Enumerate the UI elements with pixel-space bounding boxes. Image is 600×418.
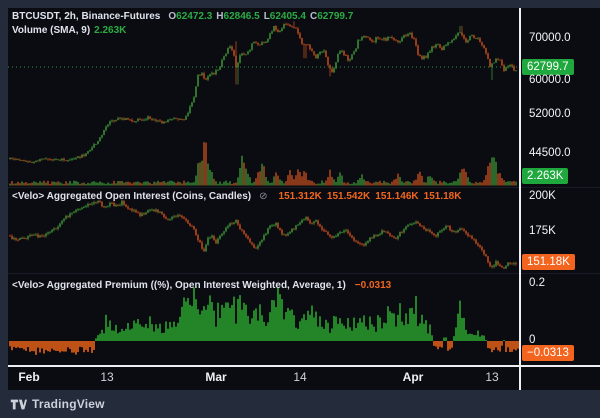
price-axis[interactable]: 70000.0 62799.760000.0 52000.0 44500.0 2.263…	[521, 8, 600, 365]
time-axis-label: Apr	[403, 370, 424, 384]
premium-study-label[interactable]: <Velo> Aggregated Premium ((%), Open Int…	[12, 279, 346, 293]
ohlc-letter: H	[216, 11, 223, 22]
time-axis[interactable]: Feb 13 Mar 14 Apr 13	[8, 367, 600, 390]
ohlc-values: O62472.3H62846.5L62405.4C62799.7	[164, 10, 353, 24]
footer: TradingView	[10, 394, 105, 414]
time-axis-label: 13	[485, 370, 498, 384]
time-axis-label: 13	[100, 370, 113, 384]
oi-value: 151.18K	[424, 191, 462, 202]
price-axis-badge: 151.18K	[522, 254, 575, 270]
ohlc-value: 62472.3	[176, 11, 212, 22]
volume-study-label[interactable]: Volume (SMA, 9)	[12, 24, 90, 38]
oi-values: 151.312K 151.542K 151.146K 151.18K	[274, 190, 462, 204]
tradingview-chart-page: BTCUSDT, 2h, Binance-Futures O62472.3H62…	[0, 0, 600, 418]
symbol-title[interactable]: BTCUSDT, 2h, Binance-Futures	[12, 10, 160, 24]
ohlc-value: 62846.5	[224, 11, 260, 22]
price-axis-badge: −0.0313	[522, 345, 574, 361]
volume-value: 2.263K	[94, 24, 126, 38]
price-axis-badge: 62799.7	[522, 59, 574, 75]
ohlc-letter: O	[168, 11, 176, 22]
oi-value: 151.146K	[375, 191, 418, 202]
oi-value: 151.542K	[327, 191, 370, 202]
pane-separator-2[interactable]	[8, 273, 600, 274]
price-axis-tick: 44500.0	[529, 147, 571, 159]
pane-separator-1[interactable]	[8, 187, 600, 188]
price-axis-tick: 175K	[529, 225, 556, 237]
oi-value: 151.312K	[279, 191, 322, 202]
price-axis-tick: 70000.0	[529, 32, 571, 44]
oi-legend: <Velo> Aggregated Open Interest (Coins, …	[12, 190, 461, 204]
time-axis-label: Mar	[205, 370, 226, 384]
ohlc-value: 62405.4	[270, 11, 306, 22]
premium-legend: <Velo> Aggregated Premium ((%), Open Int…	[12, 279, 391, 293]
main-legend: BTCUSDT, 2h, Binance-Futures O62472.3H62…	[12, 10, 353, 38]
tradingview-wordmark[interactable]: TradingView	[32, 397, 105, 411]
price-axis-badge: 2.263K	[522, 168, 568, 184]
price-axis-tick: 52000.0	[529, 108, 571, 120]
oi-study-label[interactable]: <Velo> Aggregated Open Interest (Coins, …	[12, 190, 251, 204]
time-axis-label: 14	[293, 370, 306, 384]
time-axis-label: Feb	[18, 370, 39, 384]
hide-study-icon[interactable]: ⊘	[259, 190, 267, 204]
premium-value: −0.0313	[355, 279, 391, 293]
price-axis-tick: 0.2	[529, 277, 545, 289]
price-axis-tick: 200K	[529, 190, 556, 202]
price-axis-tick: 60000.0	[529, 74, 571, 86]
tradingview-logo[interactable]	[10, 398, 27, 411]
chart-canvas[interactable]	[0, 0, 600, 418]
ohlc-value: 62799.7	[317, 11, 353, 22]
